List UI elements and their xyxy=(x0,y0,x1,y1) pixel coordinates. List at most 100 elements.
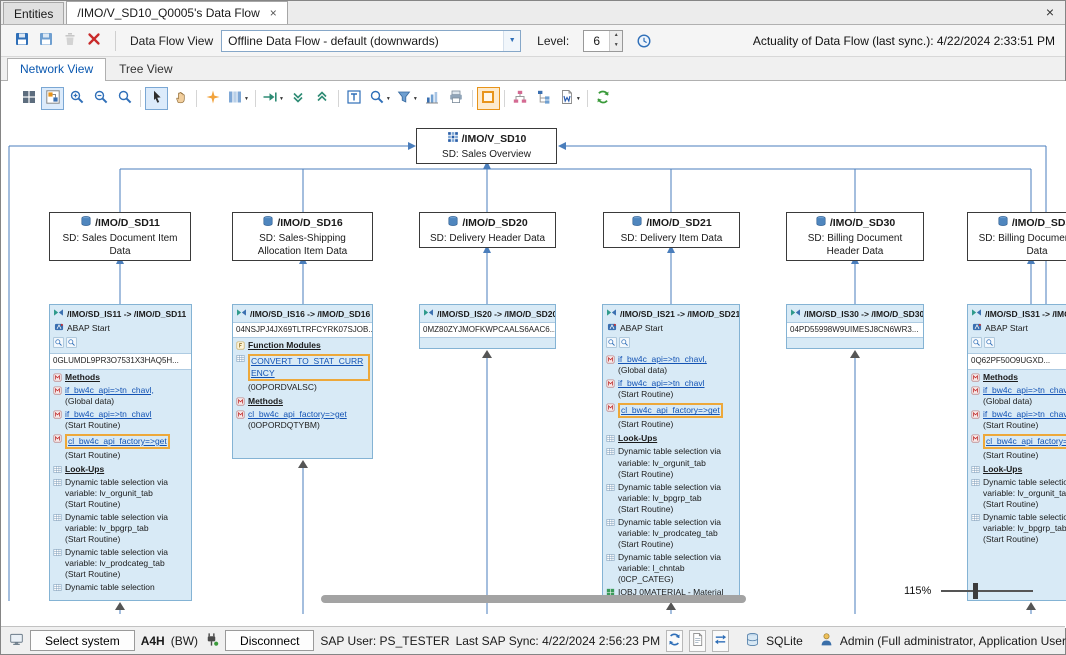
pan-hand-button[interactable] xyxy=(169,87,192,110)
search-button[interactable]: ▼ xyxy=(367,87,393,110)
zoom-slider[interactable] xyxy=(941,590,1033,592)
preview-source-icon[interactable] xyxy=(606,337,617,351)
node-d-sd11[interactable]: /IMO/D_SD11SD: Sales Document ItemData xyxy=(49,212,191,261)
level-spinner[interactable]: 6 ▲ ▼ xyxy=(583,30,623,52)
dyntable-icon xyxy=(53,478,62,487)
method-link-row[interactable]: cl_bw4c_api_factory=>get(Start Routine) xyxy=(50,432,191,462)
method-link-row[interactable]: if_bw4c_api=>tn_chavl(Start Routine) xyxy=(50,408,191,432)
transformation-tr-sd31[interactable]: /IMO/SD_IS31 -> /IMO/D_SD31ABAP Start0Q6… xyxy=(967,304,1066,601)
method-link-row[interactable]: if_bw4c_api=>tn_chavl,(Global data) xyxy=(603,353,739,377)
highlight-frame-button[interactable] xyxy=(477,87,500,110)
tab-entities[interactable]: Entities xyxy=(3,2,64,24)
data-flow-view-value: Offline Data Flow - default (downwards) xyxy=(228,34,439,48)
transformation-tr-sd20[interactable]: /IMO/SD_IS20 -> /IMO/D_SD200MZ80ZYJMOFKW… xyxy=(419,304,556,349)
disconnect-button[interactable]: Disconnect xyxy=(225,630,314,651)
method-link[interactable]: if_bw4c_api=>tn_chavl xyxy=(983,409,1066,419)
dropdown-caret-icon: ▼ xyxy=(413,96,418,102)
fit-node-button[interactable]: ▼ xyxy=(260,87,286,110)
transformation-tr-sd11[interactable]: /IMO/SD_IS11 -> /IMO/D_SD11ABAP Start0GL… xyxy=(49,304,192,601)
expand-all-button[interactable] xyxy=(311,87,334,110)
level-up-icon[interactable]: ▲ xyxy=(610,31,622,41)
preview-target-icon[interactable] xyxy=(984,337,995,351)
method-link[interactable]: if_bw4c_api=>tn_chavl, xyxy=(983,385,1066,395)
method-link-row[interactable]: cl_bw4c_api_factory=>get(0OPORDQTYBM) xyxy=(233,408,372,432)
data-flow-view-select[interactable]: Offline Data Flow - default (downwards) … xyxy=(221,30,521,52)
zoom-slider-handle[interactable] xyxy=(973,583,978,599)
method-link[interactable]: if_bw4c_api=>tn_chavl, xyxy=(618,354,707,364)
diagram-canvas[interactable]: ▼ ▼ ▼ ▼ ▼ /IMO/V_SD10SD: Sales Overview/IMO/… xyxy=(1,81,1066,628)
columns-button[interactable]: ▼ xyxy=(225,87,251,110)
zoom-in-button[interactable] xyxy=(65,87,88,110)
node-d-sd16[interactable]: /IMO/D_SD16SD: Sales-ShippingAllocation … xyxy=(232,212,373,261)
preview-target-icon[interactable] xyxy=(619,337,630,351)
transformation-tr-sd21[interactable]: /IMO/SD_IS21 -> /IMO/D_SD21ABAP Startif_… xyxy=(602,304,740,601)
zoom-actual-button[interactable] xyxy=(113,87,136,110)
method-link[interactable]: CONVERT_TO_STAT_CURRENCY xyxy=(251,356,363,377)
method-link[interactable]: cl_bw4c_api_factory=>get xyxy=(986,436,1066,446)
level-down-icon[interactable]: ▼ xyxy=(610,41,622,51)
preview-target-icon[interactable] xyxy=(66,337,77,351)
last-sync-label: Last SAP Sync: 4/22/2024 2:56:23 PM xyxy=(456,634,661,648)
node-d-sd21[interactable]: /IMO/D_SD21SD: Delivery Item Data xyxy=(603,212,740,248)
method-link-row[interactable]: cl_bw4c_api_factory=>get(Start Routine) xyxy=(968,432,1066,462)
preview-source-icon[interactable] xyxy=(53,337,64,351)
hierarchy-button[interactable] xyxy=(533,87,556,110)
method-link-row[interactable]: if_bw4c_api=>tn_chavl(Start Routine) xyxy=(968,408,1066,432)
method-link[interactable]: if_bw4c_api=>tn_chavl xyxy=(618,378,704,388)
export-log-button[interactable] xyxy=(689,630,706,652)
save-all-button[interactable] xyxy=(35,30,57,52)
tab-tree-view[interactable]: Tree View xyxy=(106,58,185,80)
combo-caret-icon[interactable]: ▼ xyxy=(503,31,520,51)
select-cursor-button[interactable] xyxy=(145,87,168,110)
window-close-icon[interactable]: × xyxy=(1041,4,1059,22)
collapse-all-button[interactable] xyxy=(287,87,310,110)
grid-button[interactable] xyxy=(17,87,40,110)
method-link-row[interactable]: cl_bw4c_api_factory=>get(Start Routine) xyxy=(603,401,739,431)
node-d-sd30[interactable]: /IMO/D_SD30SD: Billing DocumentHeader Da… xyxy=(786,212,924,261)
node-d-sd20[interactable]: /IMO/D_SD20SD: Delivery Header Data xyxy=(419,212,556,248)
refresh-sync-button[interactable] xyxy=(666,630,683,652)
method-link-row[interactable]: if_bw4c_api=>tn_chavl(Start Routine) xyxy=(603,377,739,401)
section-title: Look-Ups xyxy=(983,464,1022,475)
transformation-tr-sd16[interactable]: /IMO/SD_IS16 -> /IMO/D_SD1604NSJPJ4JX69T… xyxy=(232,304,373,459)
graph-toolbar: ▼ ▼ ▼ ▼ ▼ xyxy=(17,87,615,110)
zoom-out-button[interactable] xyxy=(89,87,112,110)
method-link[interactable]: if_bw4c_api=>tn_chavl, xyxy=(65,385,154,395)
chart-button[interactable] xyxy=(421,87,444,110)
collapse-all-icon xyxy=(290,89,306,108)
preview-source-icon[interactable] xyxy=(971,337,982,351)
save-button[interactable] xyxy=(11,30,33,52)
tab-network-view[interactable]: Network View xyxy=(7,58,106,81)
method-link[interactable]: cl_bw4c_api_factory=>get xyxy=(248,409,347,419)
method-link-row[interactable]: if_bw4c_api=>tn_chavl,(Global data) xyxy=(968,384,1066,408)
method-link[interactable]: cl_bw4c_api_factory=>get xyxy=(68,436,167,446)
filter-button[interactable]: ▼ xyxy=(394,87,420,110)
printer-button[interactable] xyxy=(445,87,468,110)
text-tool-button[interactable] xyxy=(343,87,366,110)
select-system-button[interactable]: Select system xyxy=(30,630,135,651)
sync-button[interactable] xyxy=(592,87,615,110)
tab-dataflow[interactable]: /IMO/V_SD10_Q0005's Data Flow × xyxy=(66,1,287,24)
method-link-row[interactable]: if_bw4c_api=>tn_chavl,(Global data) xyxy=(50,384,191,408)
transformation-icon xyxy=(606,307,617,321)
transformation-tr-sd30[interactable]: /IMO/SD_IS30 -> /IMO/D_SD3004PD55998W9UI… xyxy=(786,304,924,349)
detail-subtext: (Start Routine) xyxy=(65,499,189,510)
clock-icon[interactable] xyxy=(633,30,655,52)
word-export-button[interactable]: ▼ xyxy=(557,87,583,110)
transfer-button[interactable] xyxy=(712,630,729,652)
node-v-sd10[interactable]: /IMO/V_SD10SD: Sales Overview xyxy=(416,128,557,164)
method-link[interactable]: cl_bw4c_api_factory=>get xyxy=(621,405,720,415)
detail-subtext: (0OPORDQTYBM) xyxy=(248,420,347,431)
tab-close-icon[interactable]: × xyxy=(270,6,277,20)
layout-button[interactable] xyxy=(41,87,64,110)
delete-icon xyxy=(62,31,78,50)
method-link[interactable]: if_bw4c_api=>tn_chavl xyxy=(65,409,151,419)
main-toolbar: Data Flow View Offline Data Flow - defau… xyxy=(1,25,1065,57)
magic-layout-button[interactable] xyxy=(201,87,224,110)
method-link-row[interactable]: CONVERT_TO_STAT_CURRENCY(0OPORDVALSC) xyxy=(233,352,372,393)
orgchart-button[interactable] xyxy=(509,87,532,110)
discard-button[interactable] xyxy=(83,30,105,52)
node-subtitle: SD: Sales Document Item xyxy=(51,232,189,245)
horizontal-scrollbar[interactable] xyxy=(321,595,746,603)
node-d-sd31[interactable]: /IMO/D_SD31SD: Billing Document ItemData xyxy=(967,212,1066,261)
